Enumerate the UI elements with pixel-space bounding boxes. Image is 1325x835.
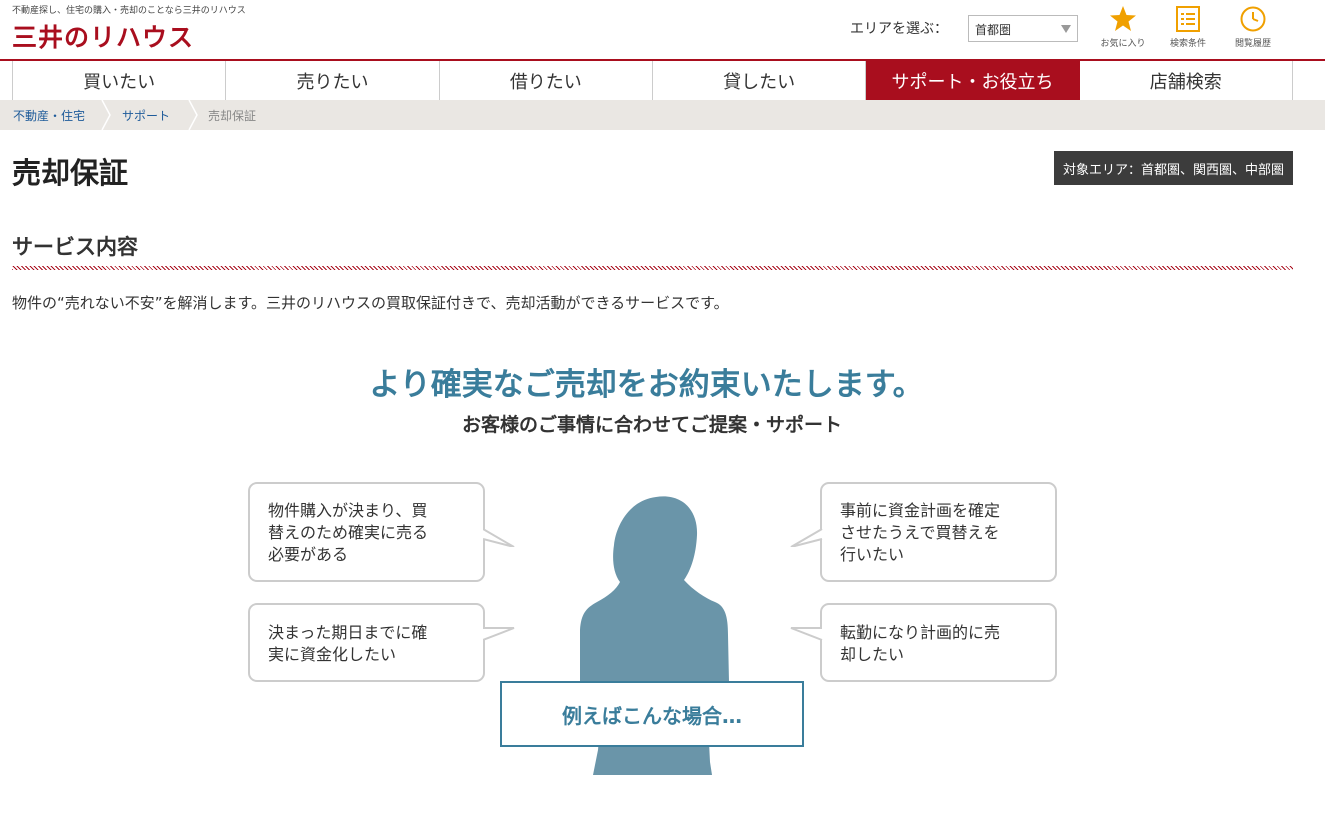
chevron-down-icon <box>1061 25 1071 33</box>
reason-bubble-bottom-left: 決まった期日までに確 実に資金化したい <box>248 603 485 682</box>
section-title: サービス内容 <box>12 235 138 259</box>
headline: より確実なご売却をお約束いたします。 <box>369 367 924 403</box>
subheadline: お客様のご事情に合わせてご提案・サポート <box>461 414 842 436</box>
search-conditions-label: 検索条件 <box>1169 39 1206 49</box>
star-icon <box>1110 6 1136 31</box>
example-cases-label: 例えばこんな場合… <box>500 681 804 747</box>
nav-item-buy[interactable]: 買いたい <box>13 61 227 100</box>
global-nav: 買いたい 売りたい 借りたい 貸したい サポート・お役立ち 店舗検索 <box>12 61 1293 100</box>
nav-item-lease[interactable]: 貸したい <box>653 61 867 100</box>
favorites-label: お気に入り <box>1100 39 1146 49</box>
reason-bubble-bottom-right: 転勤になり計画的に売 却したい <box>820 603 1057 682</box>
favorites-button[interactable]: お気に入り <box>1093 5 1153 49</box>
bubble-tail-top-right <box>790 528 823 547</box>
bubble-tail-bottom-left <box>483 627 515 641</box>
site-tagline: 不動産探し、住宅の購入・売却のことなら三井のリハウス <box>12 6 246 16</box>
nav-item-store-search[interactable]: 店舗検索 <box>1080 61 1293 100</box>
reason-bubble-top-left: 物件購入が決まり、買 替えのため確実に売る 必要がある <box>248 482 485 582</box>
breadcrumb-item-real-estate[interactable]: 不動産・住宅 <box>13 107 85 124</box>
nav-item-rent[interactable]: 借りたい <box>440 61 653 100</box>
breadcrumb-item-support[interactable]: サポート <box>122 107 170 124</box>
area-select-value: 首都圏 <box>975 23 1012 37</box>
breadcrumb-separator-icon <box>188 100 198 130</box>
area-select-label: エリアを選ぶ： <box>850 21 948 37</box>
section-divider <box>12 266 1293 270</box>
site-logo[interactable]: 三井のリハウス <box>12 18 194 54</box>
bubble-tail-top-left <box>483 528 515 547</box>
nav-item-support[interactable]: サポート・お役立ち <box>866 61 1080 100</box>
target-area-badge: 対象エリア：首都圏、関西圏、中部圏 <box>1053 151 1293 185</box>
history-label: 閲覧履歴 <box>1234 39 1271 49</box>
breadcrumb: 不動産・住宅 サポート 売却保証 <box>0 100 1325 130</box>
history-button[interactable]: 閲覧履歴 <box>1223 5 1283 49</box>
list-icon <box>1176 6 1200 32</box>
service-intro-text: 物件の“売れない不安”を解消します。三井のリハウスの買取保証付きで、売却活動がで… <box>12 294 729 312</box>
search-conditions-button[interactable]: 検索条件 <box>1158 5 1218 49</box>
breadcrumb-separator-icon <box>101 100 111 130</box>
page-title: 売却保証 <box>12 156 129 190</box>
reason-bubble-top-right: 事前に資金計画を確定 させたうえで買替えを 行いたい <box>820 482 1057 582</box>
nav-item-sell[interactable]: 売りたい <box>226 61 440 100</box>
clock-icon <box>1240 6 1266 32</box>
bubble-tail-bottom-right <box>790 627 823 641</box>
breadcrumb-item-current: 売却保証 <box>208 109 257 123</box>
area-select[interactable]: 首都圏 <box>968 15 1078 42</box>
